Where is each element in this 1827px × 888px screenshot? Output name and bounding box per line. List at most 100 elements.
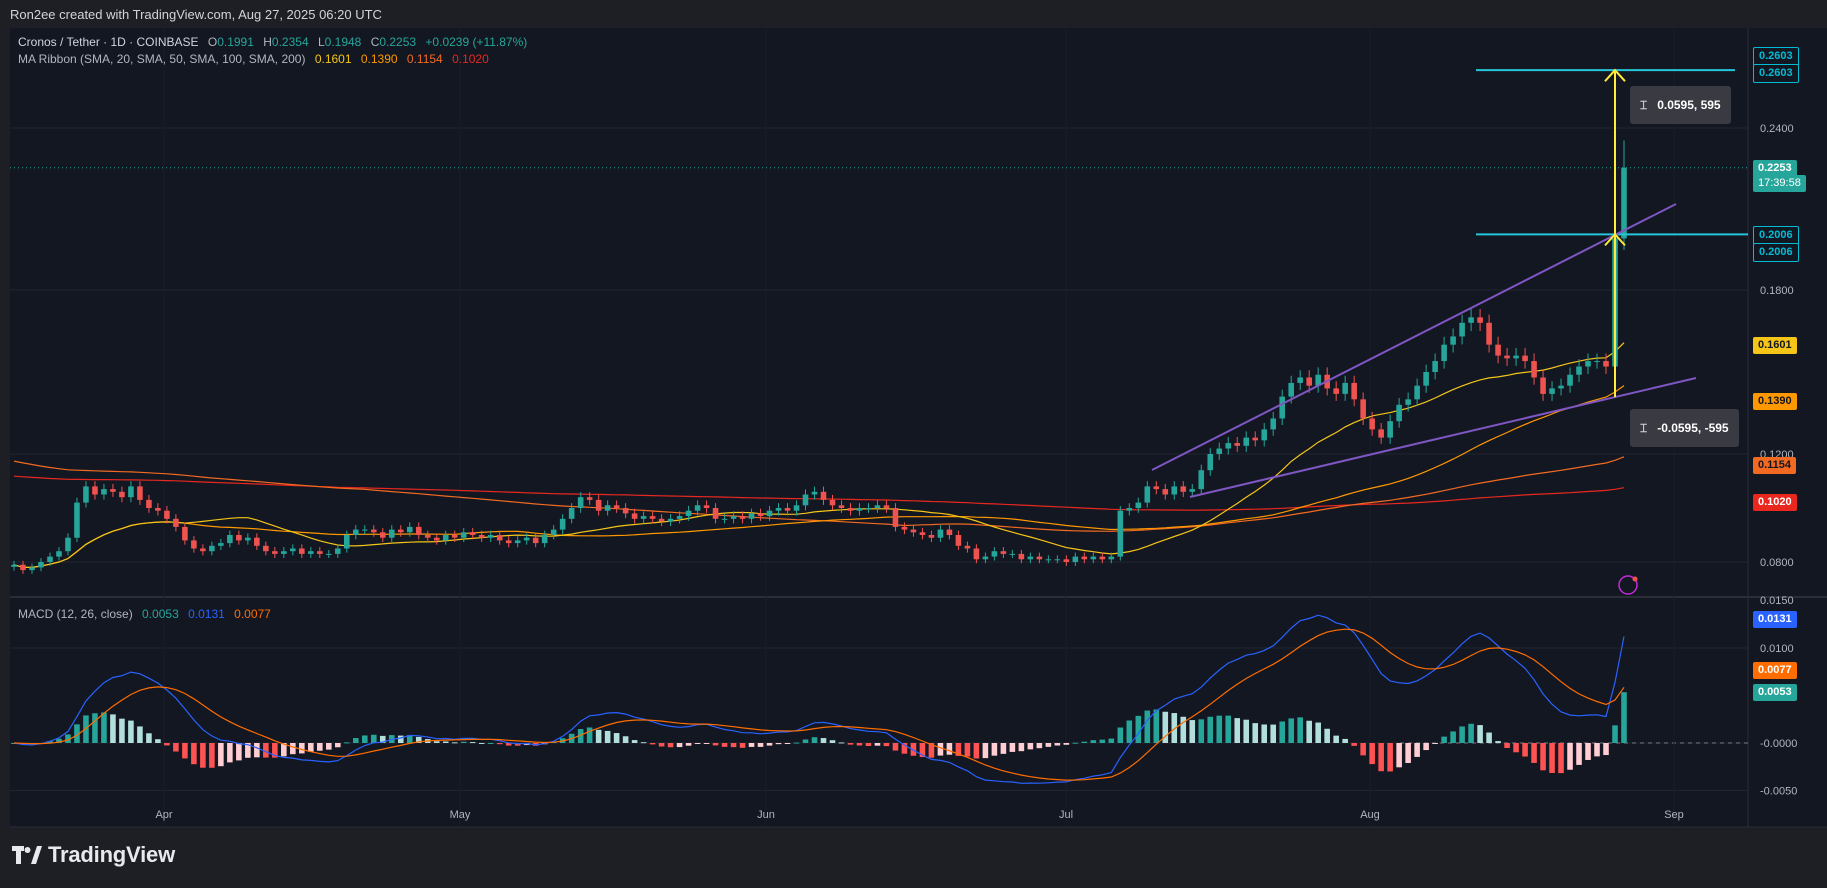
macd-hist-bar [1468,723,1474,743]
macd-hist-bar [964,743,971,757]
macd-hist-bar [883,743,890,747]
macd-hist-bar [317,743,323,751]
time-tick-label: Jul [1059,809,1073,821]
candle [1198,470,1205,490]
sma50-value: 0.1390 [360,52,398,66]
macd-hist-bar [1270,724,1277,743]
candle [721,518,728,520]
macd-hist-bar [164,743,170,746]
candle [1162,489,1169,495]
candle [173,518,179,527]
macd-hist-bar [433,741,440,743]
ma-ribbon-label: MA Ribbon (SMA, 20, SMA, 50, SMA, 100, S… [18,52,306,66]
macd-hist-bar [847,743,854,745]
macd-hist-bar [1360,743,1366,756]
candle [838,505,845,508]
candle [1405,399,1411,405]
macd-hist-bar [1450,731,1456,743]
macd-hist-bar [1549,743,1555,773]
macd-hist-bar [236,743,242,761]
macd-hist-bar [478,742,485,744]
macd-hist-bar [658,743,665,747]
candle [1108,556,1115,560]
candle [460,532,467,538]
candle [658,518,665,522]
candle [730,516,737,519]
candle [1621,167,1627,239]
price-chart[interactable]: 0.24000.18000.12000.08000.01500.0100-0.0… [0,0,1827,830]
macd-hist-bar [442,741,449,743]
macd-hist-bar [1216,715,1223,743]
candle [200,548,206,552]
macd-hist-bar [694,743,701,744]
macd-hist-bar [748,743,755,747]
macd-hist-bar [119,718,125,743]
price-axis-bg [1748,28,1827,827]
candle [1594,361,1600,363]
macd-hist-bar [1612,725,1618,743]
candle [1351,382,1357,400]
sma200-tag: 0.1020 [1753,494,1797,511]
macd-hist-bar [1324,728,1330,743]
candle [1549,388,1555,394]
candle [11,564,17,567]
candle [1252,437,1259,441]
candle [478,535,485,538]
candle [1522,355,1528,362]
candle [667,518,674,522]
macd-hist-bar [1045,743,1052,747]
macd-hist-bar [1261,724,1268,743]
candle [1288,382,1294,397]
tradingview-logo[interactable]: TradingView [12,842,175,868]
macd-hist-bar [1603,743,1609,756]
candle [910,529,917,533]
candle [874,505,881,508]
candle [182,526,188,541]
candle [1540,377,1546,394]
candle [937,529,944,538]
candle [433,537,440,541]
candle [361,529,368,531]
candle [38,562,44,568]
candle [1000,551,1007,554]
open-label: O [207,35,218,49]
candle [344,535,350,549]
candle [1117,510,1124,557]
candle [451,535,458,538]
macd-hist-bar [874,743,881,746]
macd-hist-bar [191,743,197,765]
candle [1054,559,1061,561]
macd-hist-bar [802,739,809,743]
macd-hist-bar [227,743,233,763]
close-value: 0.2253 [379,35,417,49]
macd-hist-bar [1576,743,1582,765]
macd-hist-bar [1396,743,1402,768]
candle [1504,355,1510,359]
macd-hist-bar [982,743,989,759]
candle [1468,317,1474,323]
candle [1027,556,1034,560]
candle [406,526,413,533]
macd-tick-label: 0.0100 [1760,643,1794,655]
open-value: 0.1991 [217,35,254,49]
macd-line-value: 0.0131 [188,607,225,621]
tradingview-logo-text: TradingView [48,842,175,867]
macd-hist-bar [937,743,944,756]
macd-hist-bar [649,743,656,745]
macd-hist-bar [1063,743,1070,745]
candle [613,505,620,508]
macd-pane [10,598,1748,827]
candle [1171,486,1178,495]
candle [982,556,989,560]
macd-hist-bar [865,743,872,746]
macd-hist-bar [326,743,332,750]
candle [74,502,80,538]
measure-up-label[interactable]: ⌶ 0.0595, 595 [1630,86,1731,124]
measure-down-label[interactable]: ⌶ -0.0595, -595 [1630,409,1739,447]
macd-hist-bar [1333,735,1339,743]
change-value: +0.0239 (+11.87%) [425,35,528,49]
macd-hist-value: 0.0053 [142,607,179,621]
macd-hist-bar [1315,722,1321,743]
macd-hist-bar [1198,719,1205,743]
time-tick-label: Sep [1664,809,1684,821]
